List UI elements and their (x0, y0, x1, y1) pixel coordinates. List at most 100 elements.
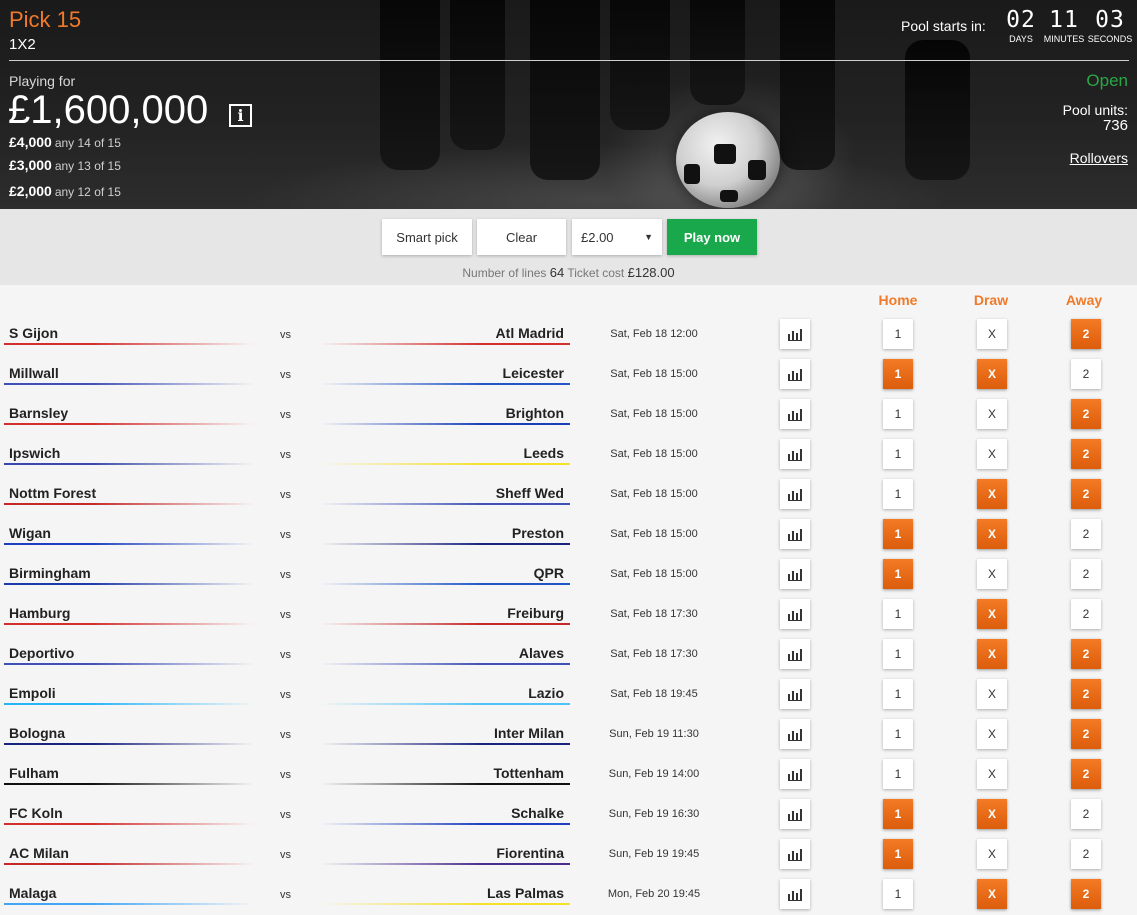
kickoff-time: Sat, Feb 18 12:00 (610, 328, 698, 340)
away-team-color-line (320, 663, 570, 665)
pool-status: Open (1086, 71, 1128, 90)
stats-icon[interactable] (780, 439, 810, 469)
select-home-button[interactable]: 1 (883, 799, 913, 829)
select-draw-button[interactable]: X (977, 559, 1007, 589)
select-draw-button[interactable]: X (977, 479, 1007, 509)
select-home-button[interactable]: 1 (883, 759, 913, 789)
kickoff-time: Sun, Feb 19 19:45 (608, 848, 700, 860)
play-now-button[interactable]: Play now (667, 219, 757, 255)
select-home-button[interactable]: 1 (883, 839, 913, 869)
jackpot-amount: £1,600,000 (8, 88, 209, 132)
home-team-color-line (4, 543, 254, 545)
prize-tier: £3,000 any 13 of 15 (9, 157, 121, 173)
select-home-button[interactable]: 1 (883, 599, 913, 629)
home-team: Malaga (9, 885, 57, 901)
select-away-button[interactable]: 2 (1071, 359, 1101, 389)
select-away-button[interactable]: 2 (1071, 399, 1101, 429)
select-away-button[interactable]: 2 (1071, 319, 1101, 349)
select-home-button[interactable]: 1 (883, 399, 913, 429)
away-team: Schalke (511, 805, 564, 821)
home-team-color-line (4, 463, 254, 465)
select-home-button[interactable]: 1 (883, 479, 913, 509)
match-row: Malaga vs Las Palmas Mon, Feb 20 19:45 1 X 2 (0, 874, 1137, 914)
select-away-button[interactable]: 2 (1071, 639, 1101, 669)
away-team-color-line (320, 423, 570, 425)
away-team-color-line (320, 823, 570, 825)
match-row: Hamburg vs Freiburg Sat, Feb 18 17:30 1 X 2 (0, 594, 1137, 634)
select-away-button[interactable]: 2 (1071, 679, 1101, 709)
home-team: Ipswich (9, 445, 61, 461)
stats-icon[interactable] (780, 799, 810, 829)
home-team-color-line (4, 423, 254, 425)
select-draw-button[interactable]: X (977, 799, 1007, 829)
select-away-button[interactable]: 2 (1071, 559, 1101, 589)
select-home-button[interactable]: 1 (883, 639, 913, 669)
kickoff-time: Sat, Feb 18 15:00 (610, 528, 698, 540)
stats-icon[interactable] (780, 519, 810, 549)
stats-icon[interactable] (780, 559, 810, 589)
home-team: Barnsley (9, 405, 69, 421)
select-away-button[interactable]: 2 (1071, 839, 1101, 869)
info-icon[interactable]: i (229, 104, 252, 127)
select-away-button[interactable]: 2 (1071, 759, 1101, 789)
stats-icon[interactable] (780, 599, 810, 629)
stats-icon[interactable] (780, 639, 810, 669)
select-away-button[interactable]: 2 (1071, 519, 1101, 549)
vs-label: vs (280, 729, 291, 741)
kickoff-time: Sat, Feb 18 17:30 (610, 648, 698, 660)
away-team: Lazio (528, 685, 564, 701)
select-home-button[interactable]: 1 (883, 439, 913, 469)
smart-pick-button[interactable]: Smart pick (382, 219, 472, 255)
select-home-button[interactable]: 1 (883, 679, 913, 709)
away-team: Leeds (523, 445, 564, 461)
select-draw-button[interactable]: X (977, 399, 1007, 429)
prize-tier: £2,000 any 12 of 15 (9, 183, 121, 199)
stats-icon[interactable] (780, 759, 810, 789)
stats-icon[interactable] (780, 319, 810, 349)
select-draw-button[interactable]: X (977, 439, 1007, 469)
select-away-button[interactable]: 2 (1071, 599, 1101, 629)
stake-select[interactable]: £2.00 ▼ (572, 219, 662, 255)
select-home-button[interactable]: 1 (883, 519, 913, 549)
kickoff-time: Sat, Feb 18 17:30 (610, 608, 698, 620)
away-team: Tottenham (493, 765, 564, 781)
stats-icon[interactable] (780, 879, 810, 909)
match-row: Empoli vs Lazio Sat, Feb 18 19:45 1 X 2 (0, 674, 1137, 714)
select-draw-button[interactable]: X (977, 519, 1007, 549)
stats-icon[interactable] (780, 719, 810, 749)
player-silhouette (380, 0, 440, 170)
select-draw-button[interactable]: X (977, 879, 1007, 909)
stake-value: £2.00 (581, 229, 614, 245)
select-draw-button[interactable]: X (977, 359, 1007, 389)
select-home-button[interactable]: 1 (883, 879, 913, 909)
vs-label: vs (280, 649, 291, 661)
select-away-button[interactable]: 2 (1071, 479, 1101, 509)
away-team: Brighton (505, 405, 564, 421)
match-row: Deportivo vs Alaves Sat, Feb 18 17:30 1 X 2 (0, 634, 1137, 674)
select-home-button[interactable]: 1 (883, 559, 913, 589)
select-away-button[interactable]: 2 (1071, 799, 1101, 829)
select-draw-button[interactable]: X (977, 839, 1007, 869)
stats-icon[interactable] (780, 839, 810, 869)
playing-for-label: Playing for (9, 73, 76, 89)
select-draw-button[interactable]: X (977, 599, 1007, 629)
away-team: Fiorentina (496, 845, 564, 861)
clear-button[interactable]: Clear (477, 219, 566, 255)
select-draw-button[interactable]: X (977, 639, 1007, 669)
select-home-button[interactable]: 1 (883, 719, 913, 749)
select-away-button[interactable]: 2 (1071, 719, 1101, 749)
countdown-minutes: 11 MINUTES (1043, 7, 1085, 44)
select-home-button[interactable]: 1 (883, 359, 913, 389)
select-draw-button[interactable]: X (977, 319, 1007, 349)
stats-icon[interactable] (780, 359, 810, 389)
select-draw-button[interactable]: X (977, 719, 1007, 749)
stats-icon[interactable] (780, 679, 810, 709)
select-home-button[interactable]: 1 (883, 319, 913, 349)
select-draw-button[interactable]: X (977, 679, 1007, 709)
select-away-button[interactable]: 2 (1071, 439, 1101, 469)
select-away-button[interactable]: 2 (1071, 879, 1101, 909)
stats-icon[interactable] (780, 479, 810, 509)
select-draw-button[interactable]: X (977, 759, 1007, 789)
stats-icon[interactable] (780, 399, 810, 429)
rollovers-link[interactable]: Rollovers (1070, 150, 1128, 166)
